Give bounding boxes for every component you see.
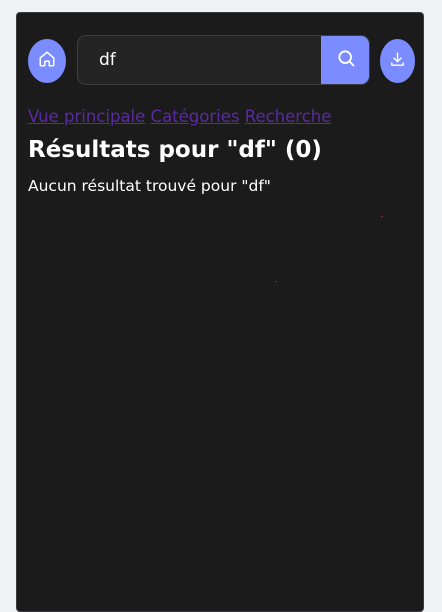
- search-input[interactable]: [78, 36, 322, 84]
- empty-results-message: Aucun résultat trouvé pour "df": [28, 177, 271, 195]
- app-panel: Vue principale Catégories Recherche Résu…: [16, 12, 424, 612]
- breadcrumb-nav: Vue principale Catégories Recherche: [28, 107, 331, 126]
- download-button[interactable]: [380, 39, 415, 83]
- results-title: Résultats pour "df" (0): [28, 137, 322, 163]
- artifact-dot: [275, 281, 277, 282]
- nav-link-categories[interactable]: Catégories: [151, 107, 240, 126]
- search-box: [77, 35, 370, 85]
- nav-link-main-view[interactable]: Vue principale: [28, 107, 145, 126]
- home-button[interactable]: [28, 39, 66, 83]
- search-button[interactable]: [321, 36, 369, 84]
- search-icon: [336, 48, 356, 72]
- download-icon: [389, 51, 406, 72]
- artifact-dot: [381, 216, 383, 217]
- home-icon: [38, 50, 56, 72]
- nav-link-search[interactable]: Recherche: [245, 107, 332, 126]
